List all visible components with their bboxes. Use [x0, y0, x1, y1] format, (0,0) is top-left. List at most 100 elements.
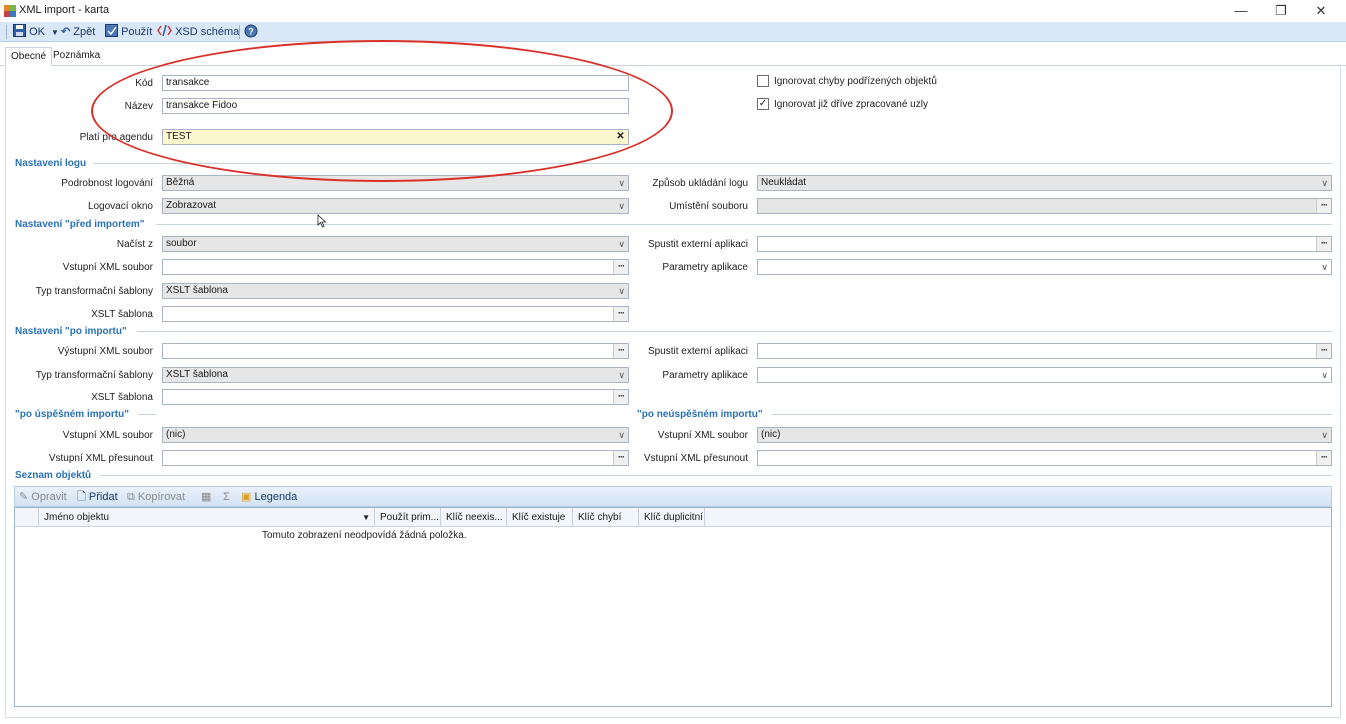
column-key-not-exists[interactable]: Klíč neexis... [441, 508, 507, 527]
after-template-type-select[interactable]: XSLT šablona ∨ [162, 367, 629, 383]
window-title: XML import - karta [19, 4, 110, 16]
before-xslt-label: XSLT šablona [91, 309, 153, 320]
section-divider [772, 414, 1332, 415]
legend-button[interactable]: ▣ Legenda [241, 490, 297, 504]
apply-button[interactable]: Použít [105, 24, 152, 40]
section-divider [93, 163, 1332, 164]
minimize-button[interactable]: — [1221, 0, 1261, 22]
legend-icon: ▣ [241, 491, 252, 503]
nazev-field[interactable]: transakce Fidoo [162, 98, 629, 114]
failure-input-xml-value: (nic) [761, 429, 781, 440]
ignore-processed-label: Ignorovat již dříve zpracované uzly [774, 99, 928, 110]
success-move-field[interactable]: ··· [162, 450, 629, 466]
after-app-params-select[interactable]: ∨ [757, 367, 1332, 383]
column-object-name-label: Jméno objektu [44, 512, 110, 523]
tab-general[interactable]: Obecné [5, 47, 53, 66]
chevron-down-icon: ∨ [1321, 178, 1328, 188]
success-input-xml-select[interactable]: (nic) ∨ [162, 427, 629, 443]
browse-icon[interactable]: ··· [613, 390, 628, 404]
failure-section-title: "po neúspěšném importu" [637, 409, 763, 420]
input-xml-field[interactable]: ··· [162, 259, 629, 275]
before-app-params-select[interactable]: ∨ [757, 259, 1332, 275]
sum-icon: Σ [223, 491, 230, 503]
copy-object-button[interactable]: ⧉ Kopírovat [127, 490, 185, 504]
save-icon [13, 24, 26, 37]
chevron-down-icon: ∨ [1321, 430, 1328, 440]
sum-button[interactable]: Σ [223, 490, 230, 504]
log-file-location-field: ··· [757, 198, 1332, 214]
ignore-errors-label: Ignorovat chyby podřízených objektů [774, 76, 937, 87]
output-xml-field[interactable]: ··· [162, 343, 629, 359]
failure-input-xml-label: Vstupní XML soubor [657, 430, 748, 441]
svg-text:?: ? [248, 27, 254, 37]
ignore-errors-checkbox[interactable] [757, 75, 769, 87]
apply-icon [105, 24, 118, 37]
empty-grid-message: Tomuto zobrazení neodpovídá žádná položk… [262, 530, 467, 541]
success-section-title: "po úspěšném importu" [15, 409, 129, 420]
back-button[interactable]: ↶ Zpět [61, 24, 95, 40]
objects-section-title: Seznam objektů [15, 470, 92, 481]
mouse-cursor-icon [317, 214, 327, 228]
add-object-button[interactable]: 🗋 Přidat [77, 490, 118, 504]
help-button[interactable]: ? [244, 24, 258, 40]
column-use-primary[interactable]: Použít prim... [375, 508, 441, 527]
agenda-field[interactable]: TEST ✕ [162, 129, 629, 145]
after-xslt-label: XSLT šablona [91, 392, 153, 403]
log-save-mode-label: Způsob ukládání logu [652, 178, 748, 189]
failure-input-xml-select[interactable]: (nic) ∨ [757, 427, 1332, 443]
grid-icon: ▦ [201, 491, 212, 503]
objects-grid: Jméno objektu ▼ Použít prim... Klíč neex… [14, 507, 1332, 707]
section-divider [137, 331, 1332, 332]
before-app-params-label: Parametry aplikace [662, 262, 748, 273]
xsd-schema-button[interactable]: XSD schéma [157, 24, 239, 40]
app-icon [4, 5, 16, 17]
browse-icon[interactable]: ··· [1316, 451, 1331, 465]
apply-label: Použít [121, 26, 153, 38]
ok-label: OK [29, 26, 45, 38]
before-run-app-label: Spustit externí aplikaci [647, 239, 748, 250]
grid-options-button[interactable]: ▦ [201, 490, 211, 504]
load-from-label: Načíst z [116, 239, 153, 250]
section-divider [156, 224, 1332, 225]
filter-dropdown-icon[interactable]: ▼ [362, 508, 370, 527]
chevron-down-icon: ∨ [618, 286, 625, 296]
column-object-name[interactable]: Jméno objektu ▼ [39, 508, 375, 527]
log-save-mode-select[interactable]: Neukládat ∨ [757, 175, 1332, 191]
restore-button[interactable]: ❐ [1261, 0, 1301, 22]
section-divider [138, 414, 156, 415]
browse-icon[interactable]: ··· [1316, 237, 1331, 251]
chevron-down-icon: ∨ [1321, 262, 1328, 272]
edit-object-button[interactable]: ✎ Opravit [19, 490, 67, 504]
load-from-value: soubor [166, 238, 197, 249]
before-run-app-field[interactable]: ··· [757, 236, 1332, 252]
column-key-duplicate[interactable]: Klíč duplicitní [639, 508, 705, 527]
failure-move-field[interactable]: ··· [757, 450, 1332, 466]
kod-field[interactable]: transakce [162, 75, 629, 91]
log-detail-select[interactable]: Běžná ∨ [162, 175, 629, 191]
clear-icon[interactable]: ✕ [614, 130, 627, 143]
tab-note[interactable]: Poznámka [48, 47, 105, 66]
load-from-select[interactable]: soubor ∨ [162, 236, 629, 252]
log-window-select[interactable]: Zobrazovat ∨ [162, 198, 629, 214]
close-window-button[interactable]: ✕ [1301, 0, 1341, 22]
kod-label: Kód [135, 78, 153, 89]
column-key-exists[interactable]: Klíč existuje [507, 508, 573, 527]
new-document-icon: 🗋 [77, 491, 86, 503]
before-xslt-field[interactable]: ··· [162, 306, 629, 322]
after-run-app-field[interactable]: ··· [757, 343, 1332, 359]
ignore-processed-checkbox[interactable]: ✓ [757, 98, 769, 110]
ok-button[interactable]: OK ▼ [13, 24, 59, 40]
grid-header: Jméno objektu ▼ Použít prim... Klíč neex… [15, 508, 1331, 527]
after-xslt-field[interactable]: ··· [162, 389, 629, 405]
after-template-type-value: XSLT šablona [166, 369, 228, 380]
before-template-type-select[interactable]: XSLT šablona ∨ [162, 283, 629, 299]
success-input-xml-value: (nic) [166, 429, 186, 440]
chevron-down-icon[interactable]: ▼ [51, 28, 59, 37]
log-save-mode-value: Neukládat [761, 177, 807, 188]
browse-icon[interactable]: ··· [1316, 344, 1331, 358]
browse-icon[interactable]: ··· [613, 307, 628, 321]
log-file-location-label: Umístění souboru [669, 201, 748, 212]
browse-icon: ··· [1316, 199, 1331, 213]
nazev-value: transakce Fidoo [166, 100, 238, 111]
column-key-missing[interactable]: Klíč chybí [573, 508, 639, 527]
